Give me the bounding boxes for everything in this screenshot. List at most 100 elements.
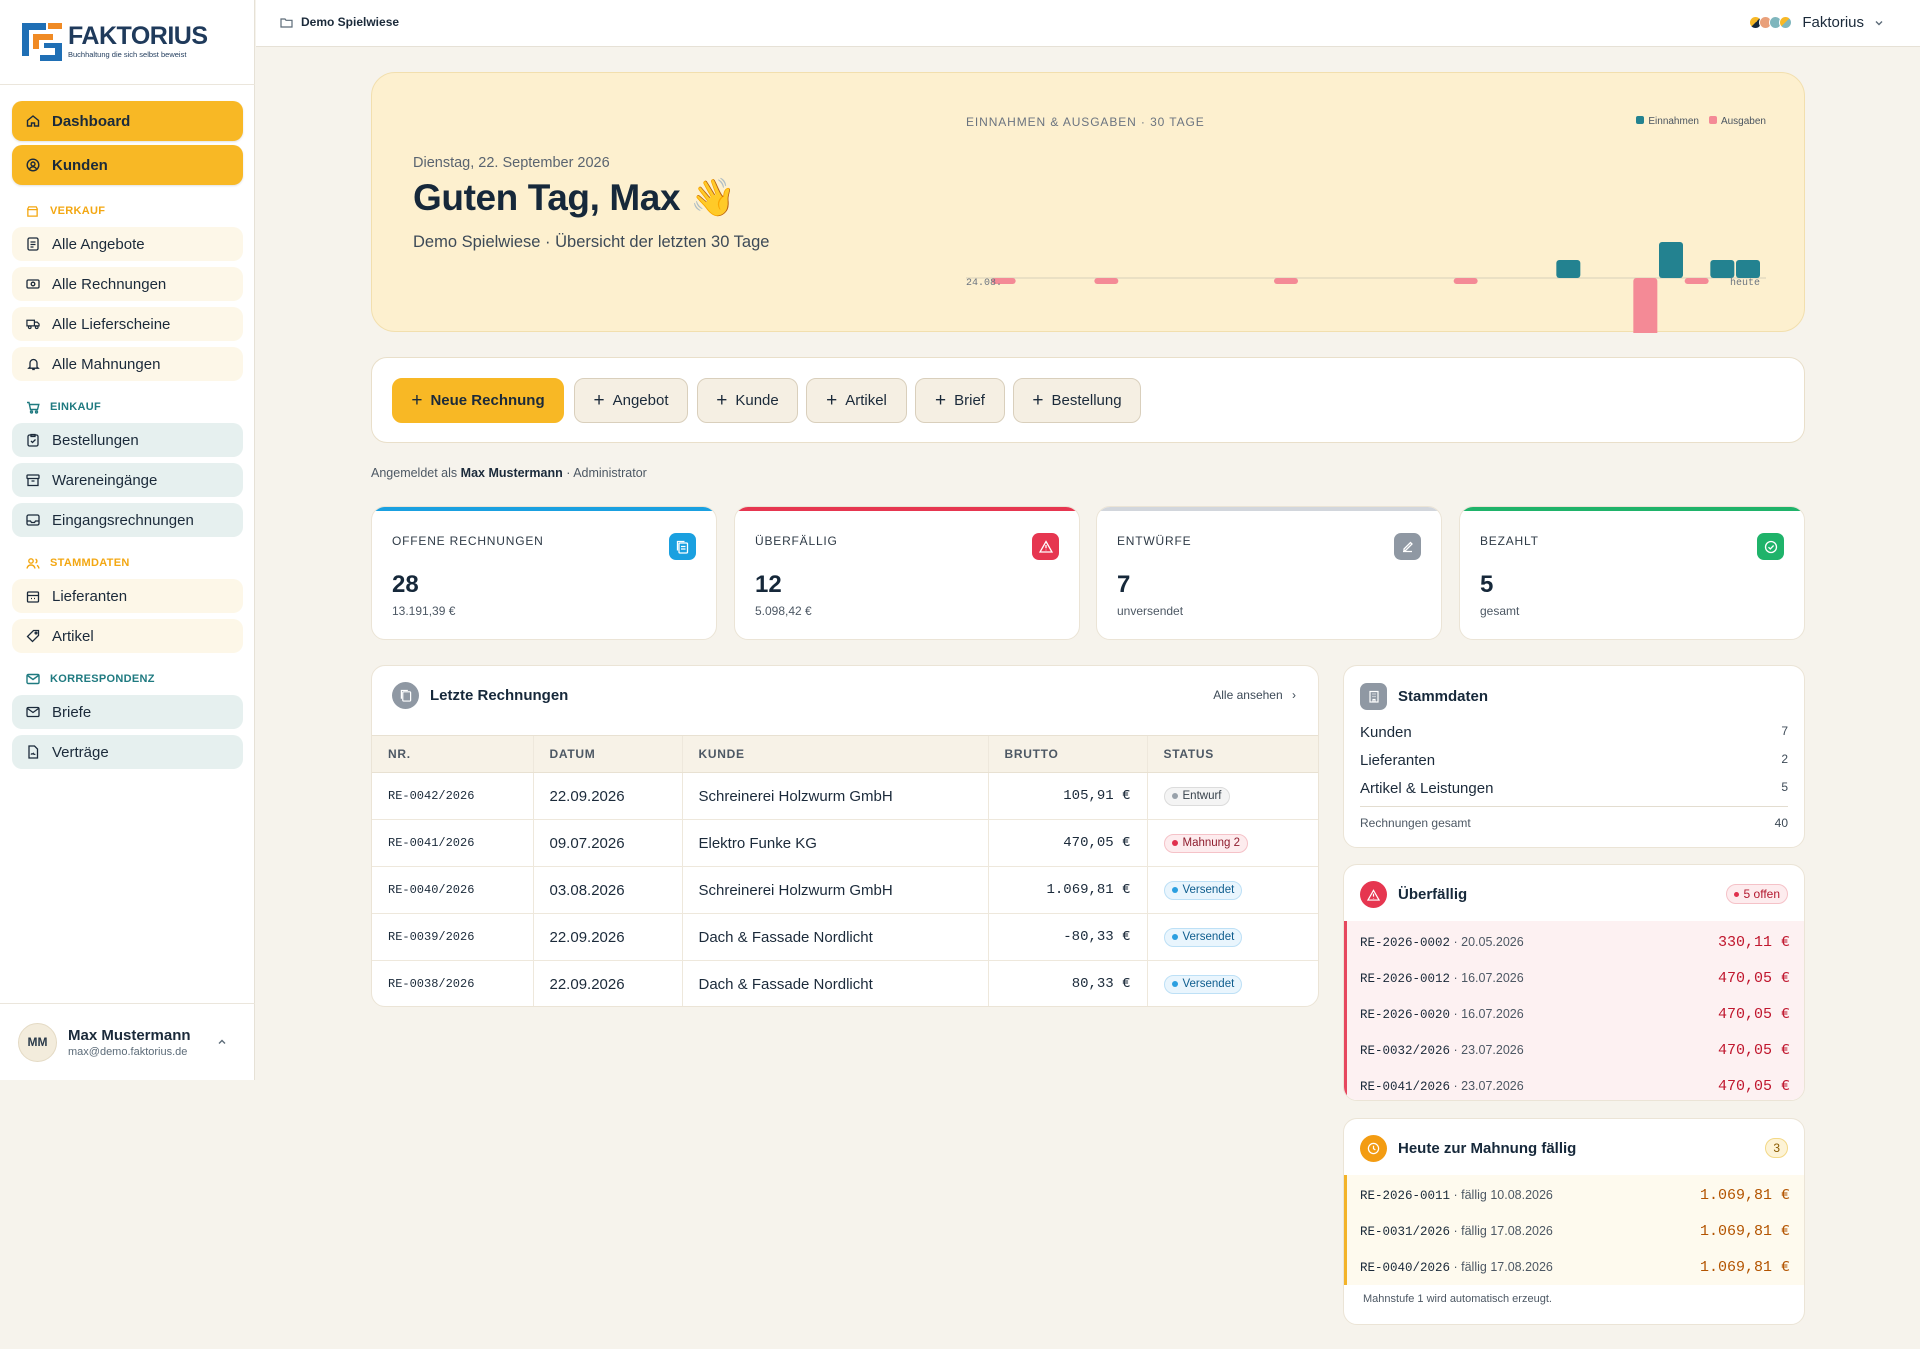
stat-value: 7 bbox=[1117, 571, 1131, 598]
table-row[interactable]: RE-0042/2026 22.09.2026 Schreinerei Holz… bbox=[372, 772, 1318, 820]
chart-legend: Einnahmen Ausgaben bbox=[1626, 116, 1766, 127]
x-axis-start-label: 24.08. bbox=[966, 278, 1003, 289]
sidebar-item-bestellungen[interactable]: Bestellungen bbox=[12, 423, 243, 457]
overdue-item[interactable]: RE-0041/2026 · 23.07.2026 470,05 € bbox=[1344, 1068, 1804, 1100]
sidebar-item-wareneingaenge[interactable]: Wareneingänge bbox=[12, 463, 243, 497]
chevron-up-icon[interactable] bbox=[217, 1037, 227, 1047]
master-data-row[interactable]: Lieferanten 2 bbox=[1360, 752, 1788, 769]
legend-swatch-expense bbox=[1708, 116, 1717, 124]
section-einkauf: EINKAUF bbox=[12, 395, 243, 419]
column-header[interactable]: NR. bbox=[372, 735, 533, 773]
stat-sub: unversendet bbox=[1117, 604, 1184, 618]
sidebar-item-dashboard[interactable]: Dashboard bbox=[12, 101, 243, 141]
sidebar-item-label: Alle Mahnungen bbox=[52, 355, 161, 373]
bar-expense bbox=[1453, 278, 1478, 284]
sidebar-item-alle-lieferscheine[interactable]: Alle Lieferscheine bbox=[12, 307, 243, 341]
logged-in-user: Max Mustermann bbox=[460, 466, 563, 480]
sidebar-item-alle-rechnungen[interactable]: Alle Rechnungen bbox=[12, 267, 243, 301]
sidebar: FAKTORIUS Buchhaltung die sich selbst be… bbox=[0, 0, 255, 1080]
stat-card-open-invoices[interactable]: OFFENE RECHNUNGEN 28 13.191,39 € bbox=[371, 506, 717, 640]
banknote-icon bbox=[26, 277, 40, 291]
sidebar-nav: Dashboard Kunden VERKAUF Alle Angebote A… bbox=[12, 101, 243, 769]
card-title: Stammdaten bbox=[1398, 688, 1489, 705]
plus-icon: + bbox=[935, 390, 947, 411]
documents-icon bbox=[392, 682, 419, 709]
sidebar-divider bbox=[0, 84, 255, 85]
chart-title: EINNAHMEN & AUSGABEN · 30 TAGE bbox=[966, 115, 1205, 129]
total-invoices-row: Rechnungen gesamt 40 bbox=[1360, 816, 1788, 830]
master-data-row[interactable]: Kunden 7 bbox=[1360, 724, 1788, 741]
x-axis-end-label: heute bbox=[1730, 278, 1761, 289]
clipboard-icon bbox=[26, 433, 40, 447]
new-order-button[interactable]: + Bestellung bbox=[1013, 378, 1141, 423]
overdue-item[interactable]: RE-0032/2026 · 23.07.2026 470,05 € bbox=[1344, 1032, 1804, 1068]
new-invoice-button[interactable]: + Neue Rechnung bbox=[392, 378, 564, 423]
status-badge: Versendet bbox=[1163, 974, 1243, 994]
account-name: Faktorius bbox=[1802, 14, 1864, 31]
column-header[interactable]: STATUS bbox=[1146, 735, 1318, 773]
bar-income bbox=[1659, 241, 1683, 278]
bar-income bbox=[1710, 260, 1735, 278]
chevron-right-icon: › bbox=[1292, 688, 1296, 702]
see-all-link[interactable]: Alle ansehen › bbox=[1213, 688, 1296, 702]
stat-sub: 13.191,39 € bbox=[392, 604, 456, 618]
brand-tagline: Buchhaltung die sich selbst beweist bbox=[68, 50, 187, 59]
overdue-item[interactable]: RE-2026-0020 · 16.07.2026 470,05 € bbox=[1344, 996, 1804, 1032]
new-offer-button[interactable]: + Angebot bbox=[574, 378, 688, 423]
table-row[interactable]: RE-0039/2026 22.09.2026 Dach & Fassade N… bbox=[372, 913, 1318, 961]
dunning-item[interactable]: RE-2026-0011 · fällig 10.08.2026 1.069,81… bbox=[1344, 1177, 1804, 1213]
store-icon bbox=[26, 204, 40, 218]
new-customer-button[interactable]: + Kunde bbox=[697, 378, 798, 423]
master-data-row[interactable]: Artikel & Leistungen 5 bbox=[1360, 780, 1788, 797]
account-switcher[interactable]: Faktorius bbox=[1749, 14, 1884, 31]
column-header[interactable]: DATUM bbox=[532, 735, 682, 773]
new-letter-button[interactable]: + Brief bbox=[915, 378, 1005, 423]
brand-logo[interactable]: FAKTORIUS Buchhaltung die sich selbst be… bbox=[20, 18, 208, 64]
overdue-item[interactable]: RE-2026-0002 · 20.05.2026 330,11 € bbox=[1344, 924, 1804, 960]
dunning-item[interactable]: RE-0031/2026 · fällig 17.08.2026 1.069,81… bbox=[1344, 1213, 1804, 1249]
table-row[interactable]: RE-0040/2026 03.08.2026 Schreinerei Holz… bbox=[372, 866, 1318, 914]
sidebar-item-lieferanten[interactable]: Lieferanten bbox=[12, 579, 243, 613]
stat-card-overdue[interactable]: ÜBERFÄLLIG 12 5.098,42 € bbox=[734, 506, 1080, 640]
sidebar-item-eingangsrechnungen[interactable]: Eingangsrechnungen bbox=[12, 503, 243, 537]
user-menu[interactable]: MM Max Mustermann max@demo.faktorius.de bbox=[0, 1003, 255, 1080]
building-icon bbox=[26, 589, 40, 603]
stat-card-paid[interactable]: BEZAHLT 5 gesamt bbox=[1459, 506, 1805, 640]
card-title: Überfällig bbox=[1398, 886, 1468, 903]
check-circle-icon bbox=[1757, 533, 1784, 560]
overdue-item[interactable]: RE-2026-0012 · 16.07.2026 470,05 € bbox=[1344, 960, 1804, 996]
stat-sub: gesamt bbox=[1480, 604, 1520, 618]
status-badge: Mahnung 2 bbox=[1163, 833, 1249, 853]
income-expense-chart bbox=[966, 241, 1766, 333]
overdue-card: Überfällig 5 offen RE-2026-0002 · 20.05.… bbox=[1343, 864, 1805, 1101]
column-header[interactable]: BRUTTO bbox=[987, 735, 1147, 773]
table-row[interactable]: RE-0038/2026 22.09.2026 Dach & Fassade N… bbox=[372, 960, 1318, 1006]
dunning-item[interactable]: RE-0040/2026 · fällig 17.08.2026 1.069,81… bbox=[1344, 1249, 1804, 1285]
overdue-count-badge: 5 offen bbox=[1725, 884, 1788, 904]
logged-in-info: Angemeldet als Max Mustermann · Administ… bbox=[371, 466, 647, 480]
warning-icon bbox=[1360, 881, 1387, 908]
section-verkauf: VERKAUF bbox=[12, 199, 243, 223]
sidebar-item-artikel[interactable]: Artikel bbox=[12, 619, 243, 653]
mail-icon bbox=[26, 705, 40, 719]
stat-card-drafts[interactable]: ENTWÜRFE 7 unversendet bbox=[1096, 506, 1442, 640]
column-header[interactable]: KUNDE bbox=[681, 735, 988, 773]
cart-icon bbox=[26, 400, 40, 414]
greeting-subtitle: Demo Spielwiese · Übersicht der letzten … bbox=[413, 233, 770, 251]
plus-icon: + bbox=[826, 390, 838, 411]
new-article-button[interactable]: + Artikel bbox=[806, 378, 907, 423]
home-icon bbox=[26, 114, 40, 128]
status-badge: Versendet bbox=[1163, 880, 1243, 900]
table-row[interactable]: RE-0041/2026 09.07.2026 Elektro Funke KG… bbox=[372, 819, 1318, 867]
sidebar-item-alle-mahnungen[interactable]: Alle Mahnungen bbox=[12, 347, 243, 381]
avatar: MM bbox=[18, 1022, 57, 1062]
sidebar-item-kunden[interactable]: Kunden bbox=[12, 145, 243, 185]
sidebar-item-alle-angebote[interactable]: Alle Angebote bbox=[12, 227, 243, 261]
hero-panel: Dienstag, 22. September 2026 Guten Tag, … bbox=[371, 72, 1805, 333]
stat-value: 28 bbox=[392, 571, 419, 598]
sidebar-item-briefe[interactable]: Briefe bbox=[12, 695, 243, 729]
sidebar-item-label: Bestellungen bbox=[52, 431, 139, 449]
dunning-note: Mahnstufe 1 wird automatisch erzeugt. bbox=[1363, 1293, 1552, 1305]
sidebar-item-vertraege[interactable]: Verträge bbox=[12, 735, 243, 769]
breadcrumb[interactable]: Demo Spielwiese bbox=[280, 15, 399, 29]
